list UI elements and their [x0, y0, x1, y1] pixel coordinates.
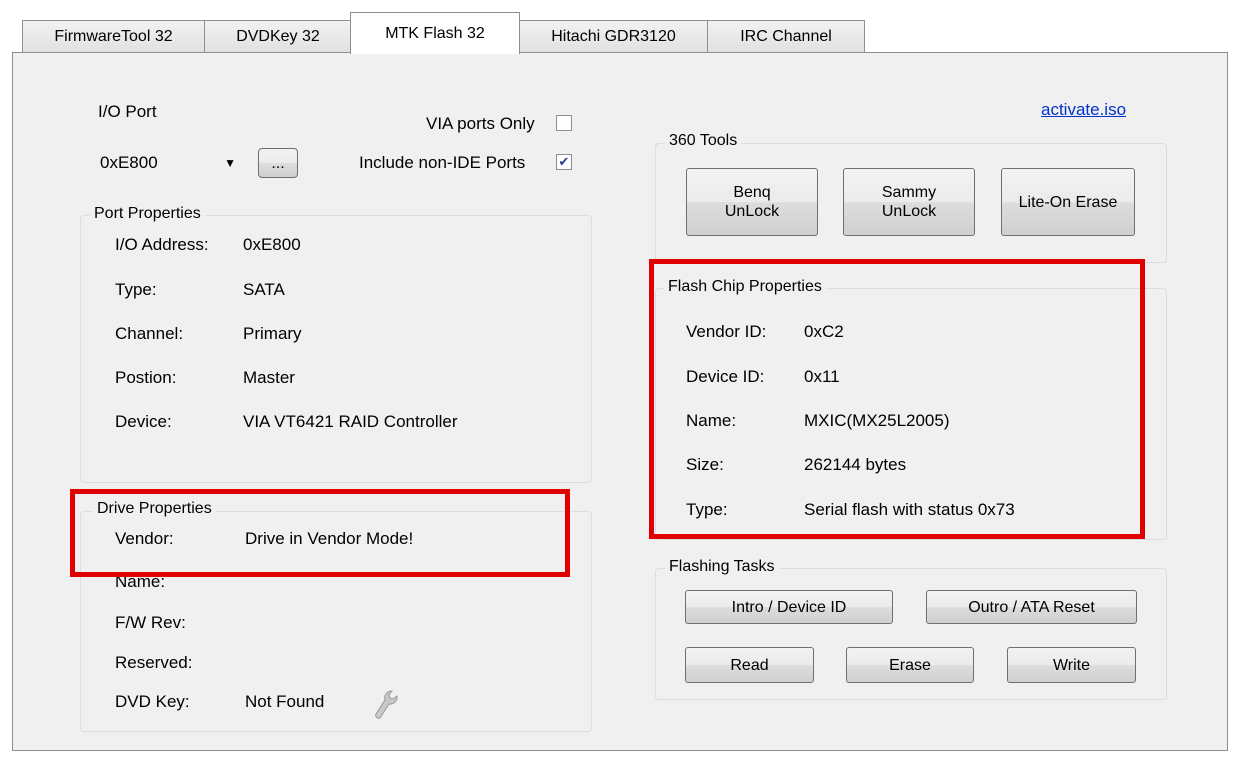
write-button[interactable]: Write — [1007, 647, 1136, 683]
port-prop-label: Channel: — [115, 324, 184, 343]
non-ide-checkbox[interactable]: ✔ — [556, 154, 572, 170]
via-only-checkbox[interactable] — [556, 115, 572, 131]
highlight-box-flash-chip — [649, 259, 1145, 539]
via-only-label: VIA ports Only — [426, 114, 535, 133]
port-properties-title: Port Properties — [90, 205, 205, 223]
tab-mtk-flash[interactable]: MTK Flash 32 — [350, 12, 520, 54]
highlight-box-drive-vendor — [70, 489, 570, 577]
tab-irc-channel[interactable]: IRC Channel — [707, 20, 865, 52]
port-properties-group — [80, 215, 592, 483]
port-prop-value: SATA — [243, 280, 285, 299]
wrench-icon[interactable] — [372, 688, 400, 722]
benq-unlock-button[interactable]: Benq UnLock — [686, 168, 818, 236]
io-port-value: 0xE800 — [100, 153, 158, 172]
port-prop-label: I/O Address: — [115, 235, 209, 254]
intro-device-id-button[interactable]: Intro / Device ID — [685, 590, 893, 624]
sammy-unlock-button[interactable]: Sammy UnLock — [843, 168, 975, 236]
browse-port-button[interactable]: ... — [258, 148, 298, 178]
port-prop-value: VIA VT6421 RAID Controller — [243, 412, 458, 431]
lite-on-erase-button[interactable]: Lite-On Erase — [1001, 168, 1135, 236]
outro-ata-reset-button[interactable]: Outro / ATA Reset — [926, 590, 1137, 624]
port-prop-label: Postion: — [115, 368, 177, 387]
erase-button[interactable]: Erase — [846, 647, 974, 683]
port-prop-label: Device: — [115, 412, 172, 431]
tab-firmwaretool[interactable]: FirmwareTool 32 — [22, 20, 205, 52]
read-button[interactable]: Read — [685, 647, 814, 683]
drive-prop-label: Reserved: — [115, 653, 193, 672]
port-prop-value: 0xE800 — [243, 235, 301, 254]
activate-link-text[interactable]: activate.iso — [1041, 100, 1126, 119]
tab-hitachi[interactable]: Hitachi GDR3120 — [519, 20, 708, 52]
chevron-down-icon: ▼ — [224, 156, 236, 170]
io-port-label: I/O Port — [98, 102, 157, 121]
drive-prop-label: DVD Key: — [115, 692, 190, 711]
check-icon: ✔ — [558, 154, 570, 169]
drive-prop-value: Not Found — [245, 692, 325, 711]
tools-360-title: 360 Tools — [665, 132, 742, 150]
drive-prop-label: F/W Rev: — [115, 613, 186, 632]
port-prop-value: Primary — [243, 324, 302, 343]
activate-link[interactable]: activate.iso — [1041, 100, 1126, 120]
flashing-tasks-title: Flashing Tasks — [665, 558, 779, 576]
tab-dvdkey[interactable]: DVDKey 32 — [204, 20, 352, 52]
port-prop-value: Master — [243, 368, 295, 387]
io-port-select[interactable]: 0xE800 ▼ — [96, 148, 240, 178]
port-prop-label: Type: — [115, 280, 157, 299]
non-ide-label: Include non-IDE Ports — [359, 153, 526, 172]
